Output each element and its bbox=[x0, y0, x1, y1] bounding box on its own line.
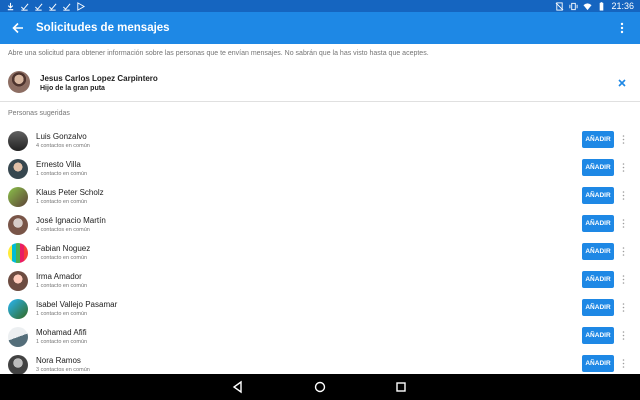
more-options-button[interactable] bbox=[618, 327, 628, 344]
check-icon bbox=[48, 2, 57, 11]
avatar bbox=[8, 243, 28, 263]
avatar bbox=[8, 215, 28, 235]
person-name: Mohamad Afifi bbox=[36, 328, 87, 337]
more-vert-icon bbox=[622, 219, 624, 228]
add-button[interactable]: AÑADIR bbox=[582, 187, 614, 204]
nav-home-button[interactable] bbox=[312, 379, 328, 395]
request-message-preview: Hijo de la gran puta bbox=[40, 85, 105, 92]
avatar bbox=[8, 131, 28, 151]
divider bbox=[0, 101, 640, 102]
request-sender-name: Jesus Carlos Lopez Carpintero bbox=[40, 74, 158, 83]
avatar bbox=[8, 355, 28, 375]
mutual-contacts: 4 contactos en común bbox=[36, 143, 90, 149]
overflow-menu-button[interactable] bbox=[612, 16, 632, 40]
more-vert-icon bbox=[622, 135, 624, 144]
status-bar: 21:36 bbox=[0, 0, 640, 12]
message-request[interactable]: Jesus Carlos Lopez Carpintero Hijo de la… bbox=[0, 66, 640, 100]
mutual-contacts: 4 contactos en común bbox=[36, 227, 90, 233]
list-item[interactable]: José Ignacio Martín 4 contactos en común… bbox=[0, 212, 640, 240]
section-label: Personas sugeridas bbox=[8, 110, 70, 117]
avatar bbox=[8, 271, 28, 291]
mutual-contacts: 3 contactos en común bbox=[36, 367, 90, 373]
check-icon bbox=[34, 2, 43, 11]
list-item[interactable]: Fabian Noguez 1 contacto en común AÑADIR bbox=[0, 240, 640, 268]
nav-back-button[interactable] bbox=[230, 379, 246, 395]
back-triangle-icon bbox=[232, 380, 242, 394]
more-vert-icon bbox=[622, 275, 624, 284]
notification-icons bbox=[6, 0, 85, 12]
recents-square-icon bbox=[396, 382, 406, 392]
more-vert-icon bbox=[622, 303, 624, 312]
wifi-icon bbox=[583, 2, 593, 11]
check-icon bbox=[20, 2, 29, 11]
person-name: Luis Gonzalvo bbox=[36, 132, 87, 141]
battery-icon bbox=[597, 1, 606, 11]
more-options-button[interactable] bbox=[618, 271, 628, 288]
more-options-button[interactable] bbox=[618, 215, 628, 232]
list-item[interactable]: Mohamad Afifi 1 contacto en común AÑADIR bbox=[0, 324, 640, 352]
mutual-contacts: 1 contacto en común bbox=[36, 283, 88, 289]
list-item[interactable]: Klaus Peter Scholz 1 contacto en común A… bbox=[0, 184, 640, 212]
nav-recents-button[interactable] bbox=[393, 379, 409, 395]
person-name: Ernesto Villa bbox=[36, 160, 81, 169]
arrow-back-icon bbox=[12, 22, 23, 34]
download-icon bbox=[6, 2, 15, 11]
person-name: Klaus Peter Scholz bbox=[36, 188, 104, 197]
person-name: Fabian Noguez bbox=[36, 244, 91, 253]
person-name: José Ignacio Martín bbox=[36, 216, 106, 225]
add-button[interactable]: AÑADIR bbox=[582, 215, 614, 232]
person-name: Isabel Vallejo Pasamar bbox=[36, 300, 118, 309]
add-button[interactable]: AÑADIR bbox=[582, 159, 614, 176]
mutual-contacts: 1 contacto en común bbox=[36, 311, 88, 317]
more-vert-icon bbox=[622, 359, 624, 368]
person-name: Irma Amador bbox=[36, 272, 82, 281]
close-icon bbox=[618, 79, 626, 87]
mutual-contacts: 1 contacto en común bbox=[36, 339, 88, 345]
avatar bbox=[8, 299, 28, 319]
add-button[interactable]: AÑADIR bbox=[582, 299, 614, 316]
check-icon bbox=[62, 2, 71, 11]
list-item[interactable]: Ernesto Villa 1 contacto en común AÑADIR bbox=[0, 156, 640, 184]
list-item[interactable]: Luis Gonzalvo 4 contactos en común AÑADI… bbox=[0, 128, 640, 156]
more-vert-icon bbox=[622, 163, 624, 172]
page-title: Solicitudes de mensajes bbox=[36, 22, 170, 34]
more-options-button[interactable] bbox=[618, 159, 628, 176]
app-bar: Solicitudes de mensajes bbox=[0, 12, 640, 44]
info-text: Abre una solicitud para obtener informac… bbox=[8, 50, 429, 57]
system-icons: 21:36 bbox=[555, 0, 634, 12]
more-options-button[interactable] bbox=[618, 299, 628, 316]
avatar bbox=[8, 327, 28, 347]
add-button[interactable]: AÑADIR bbox=[582, 131, 614, 148]
mutual-contacts: 1 contacto en común bbox=[36, 171, 88, 177]
status-time: 21:36 bbox=[611, 1, 634, 11]
list-item[interactable]: Isabel Vallejo Pasamar 1 contacto en com… bbox=[0, 296, 640, 324]
home-circle-icon bbox=[314, 381, 326, 393]
mutual-contacts: 1 contacto en común bbox=[36, 255, 88, 261]
navigation-bar bbox=[0, 374, 640, 400]
avatar bbox=[8, 71, 30, 93]
more-vert-icon bbox=[622, 191, 624, 200]
person-name: Nora Ramos bbox=[36, 356, 81, 365]
back-button[interactable] bbox=[6, 16, 30, 40]
add-button[interactable]: AÑADIR bbox=[582, 355, 614, 372]
more-options-button[interactable] bbox=[618, 131, 628, 148]
add-button[interactable]: AÑADIR bbox=[582, 243, 614, 260]
more-options-button[interactable] bbox=[618, 355, 628, 372]
list-item[interactable]: Irma Amador 1 contacto en común AÑADIR bbox=[0, 268, 640, 296]
more-vert-icon bbox=[622, 247, 624, 256]
avatar bbox=[8, 159, 28, 179]
more-options-button[interactable] bbox=[618, 187, 628, 204]
more-vert-icon bbox=[622, 331, 624, 340]
more-options-button[interactable] bbox=[618, 243, 628, 260]
dismiss-request-button[interactable] bbox=[616, 76, 628, 88]
add-button[interactable]: AÑADIR bbox=[582, 271, 614, 288]
play-store-icon bbox=[76, 1, 85, 11]
more-vert-icon bbox=[620, 22, 624, 34]
vibrate-icon bbox=[569, 2, 579, 11]
add-button[interactable]: AÑADIR bbox=[582, 327, 614, 344]
mutual-contacts: 1 contacto en común bbox=[36, 199, 88, 205]
avatar bbox=[8, 187, 28, 207]
no-sim-icon bbox=[555, 1, 564, 11]
